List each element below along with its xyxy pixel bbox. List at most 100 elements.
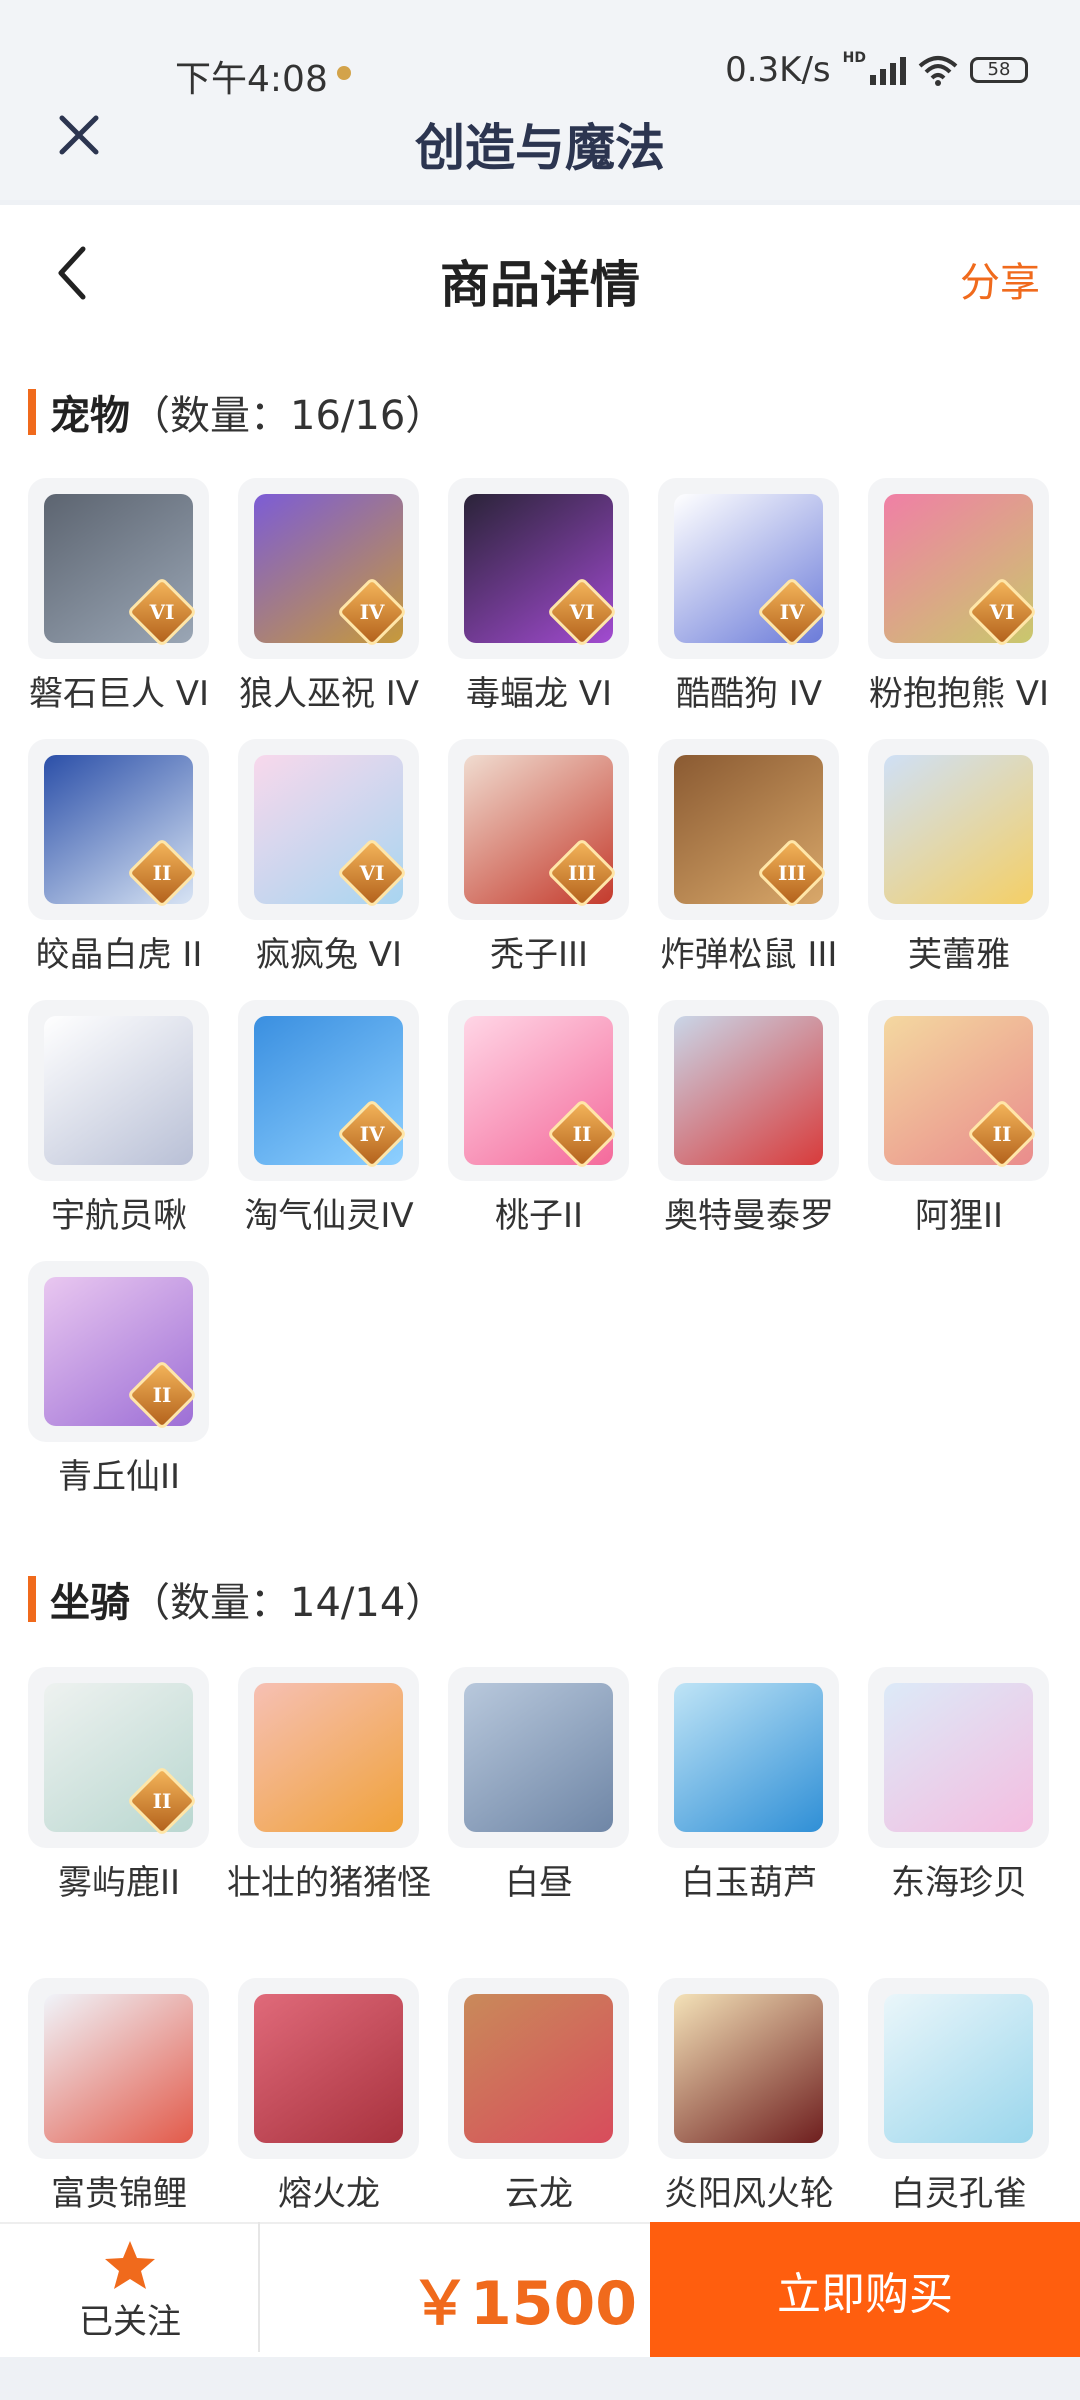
mounts-item[interactable]: 东海珍贝 bbox=[868, 1667, 1049, 1908]
item-name: 毒蝠龙 VI bbox=[465, 674, 613, 714]
home-indicator-area bbox=[0, 2357, 1080, 2400]
pets-item[interactable]: VI 疯疯兔 VI bbox=[238, 739, 419, 980]
pets-item[interactable]: II 青丘仙II bbox=[28, 1261, 209, 1502]
mounts-item[interactable]: 炎阳风火轮 bbox=[658, 1978, 839, 2219]
item-name: 宇航员啾 bbox=[51, 1196, 187, 1236]
mounts-item[interactable]: 白玉葫芦 bbox=[658, 1667, 839, 1908]
mounts-item[interactable]: 白昼 bbox=[448, 1667, 629, 1908]
status-right: 0.3K/s HD 58 bbox=[725, 50, 1028, 90]
item-thumbnail bbox=[238, 1978, 419, 2159]
item-artwork bbox=[884, 755, 1033, 904]
item-thumbnail bbox=[868, 1978, 1049, 2159]
pets-item[interactable]: VI 磐石巨人 VI bbox=[28, 478, 209, 719]
item-thumbnail bbox=[658, 1978, 839, 2159]
item-thumbnail: IV bbox=[238, 478, 419, 659]
mounts-item[interactable]: 白灵孔雀 bbox=[868, 1978, 1049, 2219]
item-name: 淘气仙灵IV bbox=[244, 1196, 414, 1236]
mounts-item[interactable]: 熔火龙 bbox=[238, 1978, 419, 2219]
item-thumbnail bbox=[28, 1000, 209, 1181]
item-artwork bbox=[884, 1683, 1033, 1832]
item-name: 熔火龙 bbox=[278, 2174, 380, 2214]
mounts-item[interactable]: 富贵锦鲤 bbox=[28, 1978, 209, 2219]
item-thumbnail bbox=[658, 1000, 839, 1181]
section-accent-bar bbox=[28, 1576, 36, 1622]
item-thumbnail bbox=[238, 1667, 419, 1848]
pets-section-title: 宠物 bbox=[50, 393, 130, 439]
item-name: 奥特曼泰罗 bbox=[664, 1196, 834, 1236]
follow-label: 已关注 bbox=[79, 2302, 181, 2342]
star-icon bbox=[105, 2241, 155, 2289]
network-type: HD bbox=[842, 50, 866, 66]
pets-item[interactable]: II 皎晶白虎 II bbox=[28, 739, 209, 980]
item-name: 秃子III bbox=[489, 935, 589, 975]
item-name: 炎阳风火轮 bbox=[664, 2174, 834, 2214]
notification-dot-icon bbox=[337, 66, 351, 80]
item-name: 粉抱抱熊 VI bbox=[868, 674, 1050, 714]
item-name: 青丘仙II bbox=[57, 1457, 181, 1497]
pets-item[interactable]: 芙蕾雅 bbox=[868, 739, 1049, 980]
item-artwork bbox=[464, 1683, 613, 1832]
mounts-section-header: 坐骑 （数量：14/14） bbox=[28, 1570, 445, 1628]
item-thumbnail bbox=[868, 739, 1049, 920]
item-thumbnail: II bbox=[448, 1000, 629, 1181]
network-speed: 0.3K/s bbox=[725, 50, 831, 90]
item-name: 白灵孔雀 bbox=[891, 2174, 1027, 2214]
item-thumbnail: IV bbox=[658, 478, 839, 659]
pets-item[interactable]: III 秃子III bbox=[448, 739, 629, 980]
item-name: 酷酷狗 IV bbox=[675, 674, 823, 714]
pets-section-count: （数量：16/16） bbox=[130, 393, 446, 439]
pets-item[interactable]: II 桃子II bbox=[448, 1000, 629, 1241]
item-thumbnail: VI bbox=[868, 478, 1049, 659]
app-title: 创造与魔法 bbox=[415, 119, 665, 177]
pets-item[interactable]: VI 粉抱抱熊 VI bbox=[868, 478, 1049, 719]
item-thumbnail: VI bbox=[238, 739, 419, 920]
price: ￥1500 bbox=[410, 2269, 637, 2339]
pets-item[interactable]: III 炸弹松鼠 III bbox=[658, 739, 839, 980]
item-thumbnail: II bbox=[28, 1261, 209, 1442]
item-thumbnail: II bbox=[28, 739, 209, 920]
pets-item[interactable]: VI 毒蝠龙 VI bbox=[448, 478, 629, 719]
signal-icon bbox=[870, 55, 906, 85]
item-name: 狼人巫祝 IV bbox=[238, 674, 420, 714]
mounts-item[interactable]: 云龙 bbox=[448, 1978, 629, 2219]
item-artwork bbox=[44, 1994, 193, 2143]
item-thumbnail: VI bbox=[28, 478, 209, 659]
item-thumbnail bbox=[28, 1978, 209, 2159]
mounts-item[interactable]: 壮壮的猪猪怪 bbox=[227, 1667, 431, 1908]
item-name: 皎晶白虎 II bbox=[35, 935, 203, 975]
item-thumbnail bbox=[448, 1978, 629, 2159]
pets-item[interactable]: 宇航员啾 bbox=[28, 1000, 209, 1241]
item-name: 雾屿鹿II bbox=[57, 1863, 181, 1903]
follow-button[interactable]: 已关注 bbox=[30, 2232, 230, 2352]
mounts-item[interactable]: II 雾屿鹿II bbox=[28, 1667, 209, 1908]
share-button[interactable]: 分享 bbox=[960, 250, 1040, 308]
item-thumbnail: IV bbox=[238, 1000, 419, 1181]
pets-item[interactable]: IV 狼人巫祝 IV bbox=[238, 478, 419, 719]
item-artwork bbox=[674, 1016, 823, 1165]
status-bar: 下午4:08 0.3K/s HD 58 bbox=[0, 0, 1080, 110]
item-thumbnail bbox=[868, 1667, 1049, 1848]
item-name: 疯疯兔 VI bbox=[255, 935, 403, 975]
item-artwork bbox=[254, 1683, 403, 1832]
pets-item[interactable]: IV 淘气仙灵IV bbox=[238, 1000, 419, 1241]
item-thumbnail: III bbox=[448, 739, 629, 920]
item-name: 磐石巨人 VI bbox=[28, 674, 210, 714]
item-name: 壮壮的猪猪怪 bbox=[227, 1863, 431, 1903]
bottom-divider bbox=[258, 2222, 260, 2352]
item-artwork bbox=[44, 1016, 193, 1165]
pets-item[interactable]: II 阿狸II bbox=[868, 1000, 1049, 1241]
item-thumbnail: II bbox=[868, 1000, 1049, 1181]
buy-now-button[interactable]: 立即购买 bbox=[650, 2222, 1080, 2357]
wifi-icon bbox=[918, 56, 958, 86]
item-name: 云龙 bbox=[505, 2174, 573, 2214]
pets-item[interactable]: 奥特曼泰罗 bbox=[658, 1000, 839, 1241]
pets-section-header: 宠物 （数量：16/16） bbox=[28, 383, 445, 441]
item-name: 阿狸II bbox=[914, 1196, 1004, 1236]
pets-item[interactable]: IV 酷酷狗 IV bbox=[658, 478, 839, 719]
item-name: 东海珍贝 bbox=[891, 1863, 1027, 1903]
item-artwork bbox=[884, 1994, 1033, 2143]
item-thumbnail: III bbox=[658, 739, 839, 920]
status-time: 下午4:08 bbox=[175, 59, 328, 100]
item-thumbnail: VI bbox=[448, 478, 629, 659]
item-artwork bbox=[464, 1994, 613, 2143]
